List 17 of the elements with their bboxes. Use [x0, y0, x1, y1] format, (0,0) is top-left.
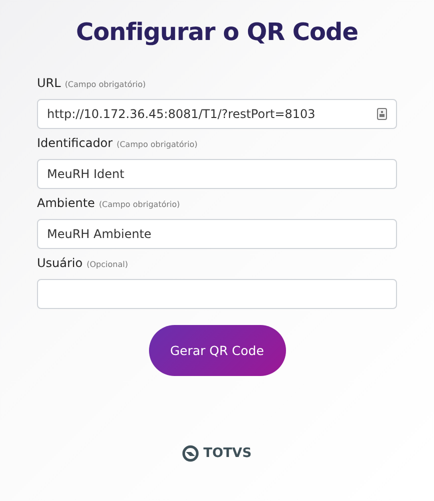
field-label: Usuário — [37, 256, 83, 270]
autofill-icon[interactable] — [377, 108, 387, 120]
input-field[interactable]: MeuRH Ident — [37, 159, 397, 189]
field-note: (Opcional) — [86, 260, 128, 269]
field-label: Ambiente — [37, 196, 95, 210]
field-note: (Campo obrigatório) — [64, 80, 146, 89]
logo-icon — [182, 445, 200, 462]
field-note: (Campo obrigatório) — [98, 200, 180, 209]
page-title: Configurar o QR Code — [76, 17, 358, 48]
input-field[interactable]: MeuRH Ambiente — [37, 219, 397, 249]
input-field[interactable] — [37, 279, 397, 309]
field-label: Identificador — [37, 136, 113, 150]
input-field[interactable]: http://10.172.36.45:8081/T1/?restPort=8103 — [37, 99, 397, 129]
logo-text: TOTVS — [203, 446, 252, 461]
generate-button[interactable]: Gerar QR Code — [148, 325, 286, 376]
field-label: URL — [37, 76, 61, 90]
field-note: (Campo obrigatório) — [116, 140, 198, 149]
